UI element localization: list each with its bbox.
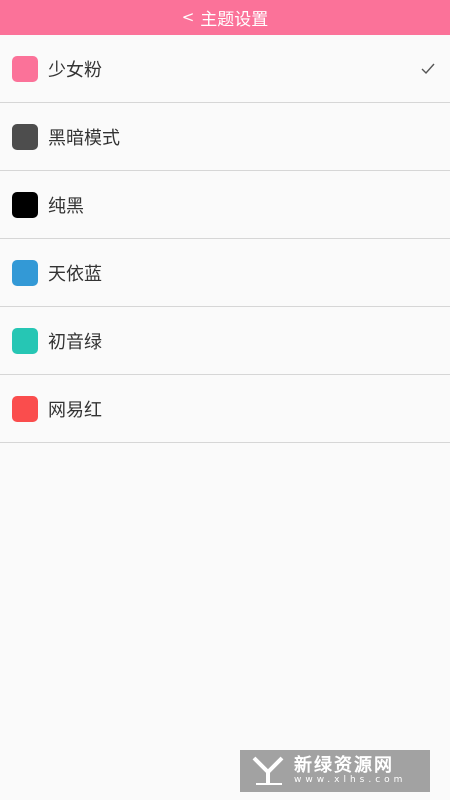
color-swatch bbox=[12, 55, 38, 82]
checkmark-icon bbox=[420, 401, 436, 417]
theme-label: 初音绿 bbox=[48, 331, 102, 353]
color-swatch bbox=[12, 123, 38, 150]
theme-item-miku-green[interactable]: 初音绿 bbox=[0, 307, 450, 375]
checkmark-icon bbox=[420, 61, 436, 77]
back-button[interactable]: < 主题设置 bbox=[182, 5, 269, 31]
theme-label: 网易红 bbox=[48, 399, 102, 421]
checkmark-icon bbox=[420, 129, 436, 145]
watermark-logo-icon bbox=[252, 756, 284, 785]
theme-item-pink[interactable]: 少女粉 bbox=[0, 35, 450, 103]
theme-list: 少女粉 黑暗模式 纯黑 天依蓝 初音绿 网易红 bbox=[0, 35, 450, 443]
checkmark-icon bbox=[420, 333, 436, 349]
color-swatch bbox=[12, 327, 38, 354]
color-swatch bbox=[12, 395, 38, 422]
theme-label: 少女粉 bbox=[48, 59, 102, 81]
checkmark-icon bbox=[420, 197, 436, 213]
page-title: 主题设置 bbox=[200, 10, 269, 30]
checkmark-icon bbox=[420, 265, 436, 281]
theme-item-tianyi-blue[interactable]: 天依蓝 bbox=[0, 239, 450, 307]
theme-item-dark-mode[interactable]: 黑暗模式 bbox=[0, 103, 450, 171]
watermark-sub-text: www.xlhs.com bbox=[294, 774, 407, 785]
app-header: < 主题设置 bbox=[0, 0, 450, 35]
color-swatch bbox=[12, 259, 38, 286]
theme-label: 天依蓝 bbox=[48, 263, 102, 285]
color-swatch bbox=[12, 191, 38, 218]
chevron-left-icon[interactable]: < bbox=[182, 10, 195, 25]
watermark: 新绿资源网 www.xlhs.com bbox=[240, 750, 430, 792]
theme-item-pure-black[interactable]: 纯黑 bbox=[0, 171, 450, 239]
theme-item-netease-red[interactable]: 网易红 bbox=[0, 375, 450, 443]
theme-label: 黑暗模式 bbox=[48, 127, 120, 149]
theme-label: 纯黑 bbox=[48, 195, 84, 217]
watermark-main-text: 新绿资源网 bbox=[294, 755, 394, 777]
